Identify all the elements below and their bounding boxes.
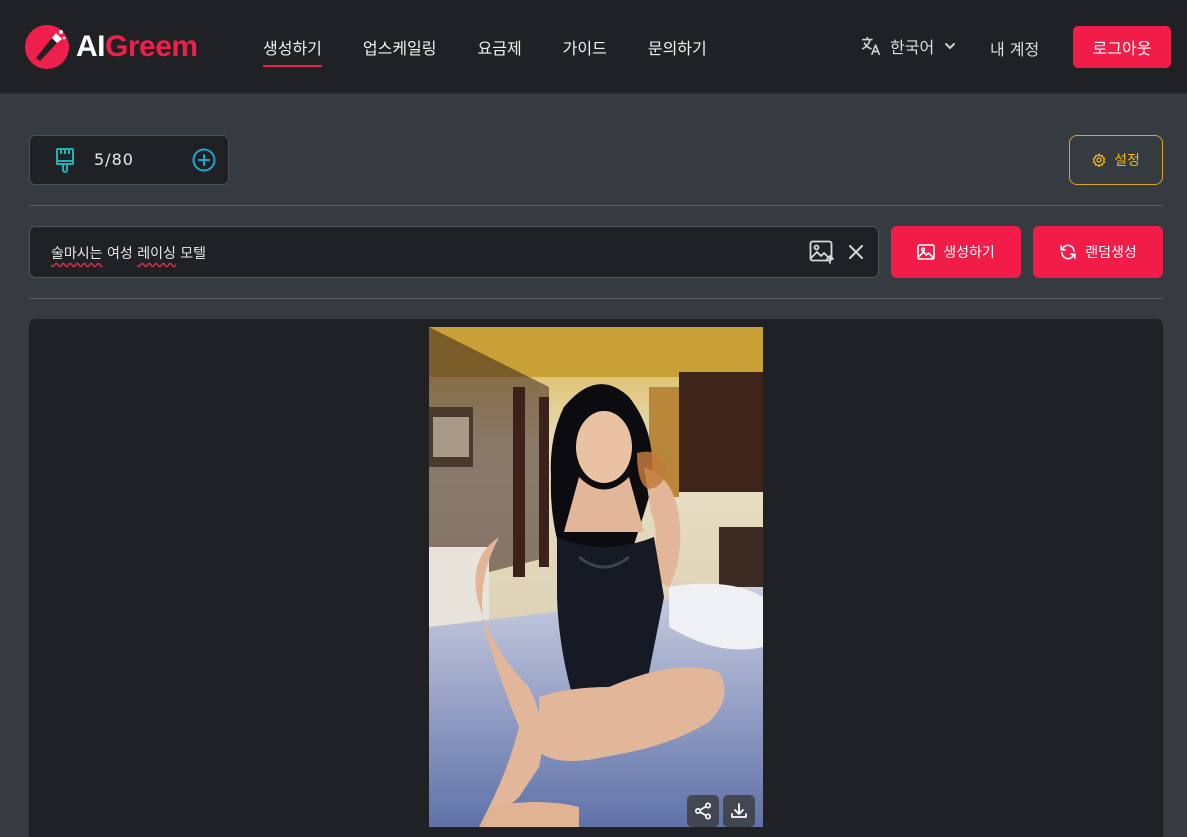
generate-button[interactable]: 생성하기 [891,226,1021,278]
chevron-down-icon [945,43,956,50]
gear-icon [1092,153,1106,167]
nav-guide[interactable]: 가이드 [563,0,607,94]
settings-label: 설정 [1114,152,1140,168]
main-nav: 생성하기 업스케일링 요금제 가이드 문의하기 [263,0,748,94]
download-icon [731,803,747,818]
close-icon[interactable] [847,243,865,261]
refresh-icon [1060,244,1076,260]
translate-icon [861,36,881,56]
image-icon [917,244,936,260]
nav-contact[interactable]: 문의하기 [648,0,707,94]
random-generate-label: 랜덤생성 [1085,244,1137,260]
divider [29,298,1163,299]
brush-logo-icon [25,25,69,69]
paint-brush-icon [56,148,74,173]
prompt-word-misspelled: 레이싱 [137,246,176,262]
prompt-word: 여성 [102,246,138,262]
random-generate-button[interactable]: 랜덤생성 [1033,226,1163,278]
generate-label: 생성하기 [943,244,995,260]
share-button[interactable] [687,795,719,827]
logo[interactable]: AIGreem [24,22,198,72]
result-canvas [29,319,1163,837]
logo-ai: AI [76,30,106,63]
prompt-input[interactable]: 술마시는 여성 레이싱 모텔 [29,226,879,278]
download-button[interactable] [723,795,755,827]
language-selector[interactable]: 한국어 [860,34,956,58]
settings-button[interactable]: 설정 [1069,135,1163,185]
my-account-link[interactable]: 내 계정 [990,36,1039,60]
language-label: 한국어 [890,38,935,57]
logo-greem: Greem [105,30,198,63]
prompt-text[interactable]: 술마시는 여성 레이싱 모텔 [51,243,206,263]
image-upload-icon[interactable] [809,240,835,264]
credit-count: 5/80 [94,150,134,169]
prompt-word: 모텔 [175,246,207,262]
logout-button[interactable]: 로그아웃 [1073,26,1171,68]
top-navbar: AIGreem 생성하기 업스케일링 요금제 가이드 문의하기 한국어 내 계정… [0,0,1187,94]
logo-text: AIGreem [76,30,198,64]
credit-counter: 5/80 [29,135,229,185]
divider [29,205,1163,206]
nav-pricing[interactable]: 요금제 [478,0,522,94]
nav-upscaling[interactable]: 업스케일링 [363,0,437,94]
generated-image-illustration [429,327,763,827]
prompt-word-misspelled: 술마시는 [51,246,103,262]
generated-image[interactable] [429,327,763,827]
plus-circle-icon[interactable] [192,148,216,172]
nav-create[interactable]: 생성하기 [263,0,322,94]
share-icon [694,802,712,820]
